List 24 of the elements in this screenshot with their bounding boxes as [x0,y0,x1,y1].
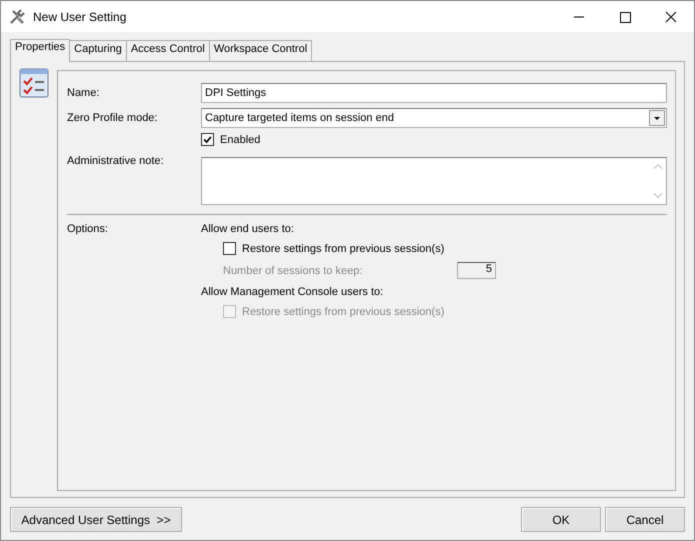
zero-profile-mode-dropdown[interactable]: Capture targeted items on session end [201,108,667,128]
console-users-heading: Allow Management Console users to: [201,286,384,298]
checklist-icon [19,68,49,98]
restore-checkbox[interactable] [223,242,236,255]
cancel-button[interactable]: Cancel [605,507,685,532]
administrative-note-field[interactable] [201,157,667,205]
ok-button[interactable]: OK [521,507,601,532]
restore-label: Restore settings from previous session(s) [242,242,444,254]
restore-label: Restore settings from previous session(s) [242,306,444,318]
administrative-note-label: Administrative note: [67,154,165,167]
enabled-checkbox[interactable] [201,133,214,146]
sessions-label: Number of sessions to keep: [223,264,364,276]
options-label: Options: [67,223,109,235]
tab[interactable]: Workspace Control [208,40,312,61]
tab[interactable]: Properties [10,39,70,62]
name-field[interactable]: DPI Settings [201,83,667,103]
end-users-heading: Allow end users to: [201,223,295,235]
name-label: Name: [67,87,100,99]
enabled-label: Enabled [220,134,260,146]
advanced-user-settings-button[interactable]: Advanced User Settings >> [10,507,182,532]
window-title: New User Setting [33,10,126,24]
tools-icon [9,8,27,26]
zero-profile-mode-label: Zero Profile mode: [67,112,158,124]
sessions-field[interactable]: 5 [457,262,496,279]
